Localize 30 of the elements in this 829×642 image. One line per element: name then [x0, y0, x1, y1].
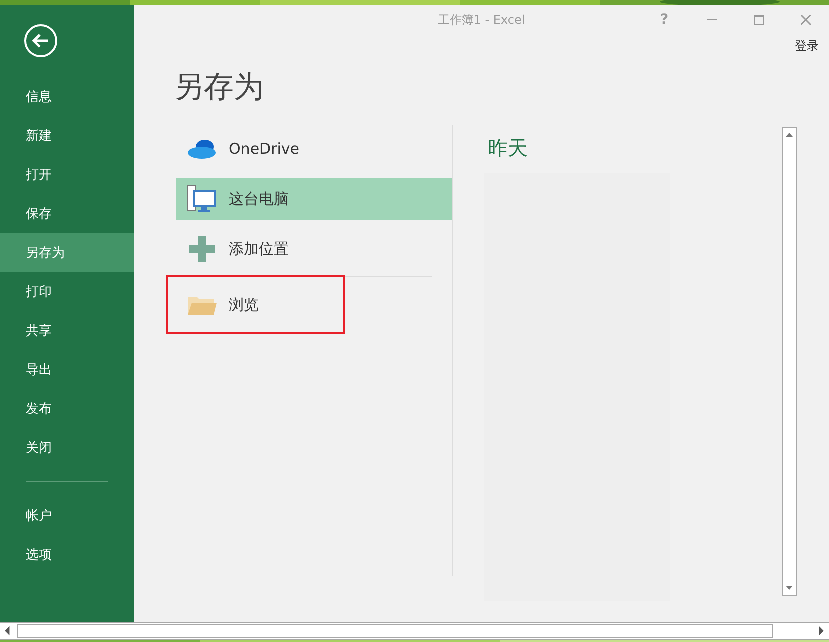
plus-icon — [189, 236, 215, 262]
sidebar-item[interactable]: 共享 — [0, 311, 134, 350]
sidebar-item[interactable]: 选项 — [0, 535, 134, 574]
maximize-icon — [754, 15, 764, 25]
window-title: 工作簿1 - Excel — [438, 12, 526, 28]
vertical-scrollbar[interactable] — [782, 127, 797, 596]
sign-in-link[interactable]: 登录 — [795, 38, 819, 54]
close-icon — [800, 15, 810, 25]
sidebar-item[interactable]: 发布 — [0, 389, 134, 428]
sidebar-item[interactable]: 导出 — [0, 350, 134, 389]
sidebar-item[interactable]: 信息 — [0, 77, 134, 116]
minimize-icon — [706, 19, 716, 21]
horizontal-scrollbar[interactable] — [0, 622, 829, 640]
location-item[interactable]: OneDrive — [176, 128, 452, 170]
section-heading: 昨天 — [488, 135, 529, 162]
sidebar-item[interactable]: 打开 — [0, 155, 134, 194]
page-heading: 另存为 — [174, 69, 265, 107]
location-item[interactable]: 这台电脑 — [176, 178, 452, 220]
folder-icon — [187, 294, 217, 316]
back-icon[interactable] — [24, 24, 58, 58]
sidebar-item[interactable]: 打印 — [0, 272, 134, 311]
location-item[interactable]: 添加位置 — [176, 228, 452, 270]
sidebar-item[interactable]: 新建 — [0, 116, 134, 155]
computer-icon — [187, 185, 217, 213]
sidebar-item[interactable]: 关闭 — [0, 428, 134, 467]
cloud-icon — [187, 139, 217, 159]
location-item[interactable]: 浏览 — [176, 284, 452, 326]
sidebar-item[interactable]: 保存 — [0, 194, 134, 233]
sidebar-item[interactable]: 另存为 — [0, 233, 134, 272]
sidebar-item[interactable]: 帐户 — [0, 496, 134, 535]
